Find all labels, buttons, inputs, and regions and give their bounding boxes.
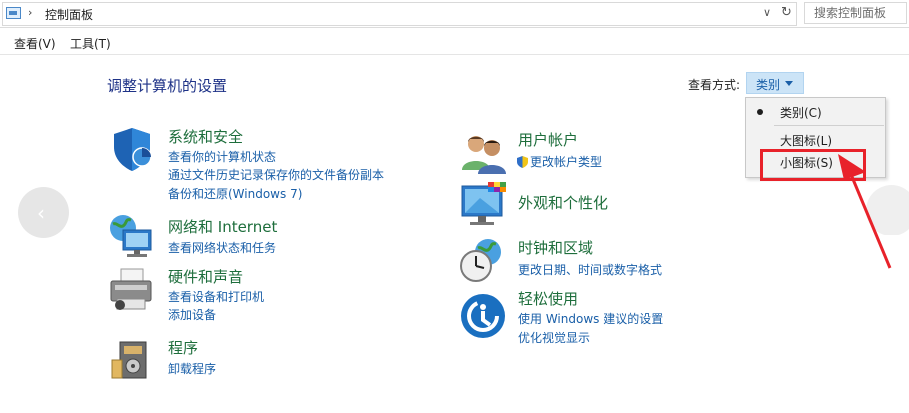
view-by-dropdown[interactable]: 类别 <box>746 72 804 94</box>
menu-view[interactable]: 查看(V) <box>14 35 56 52</box>
menu-item-large-icons-label[interactable]: 大图标(L) <box>780 132 832 149</box>
breadcrumb-separator[interactable]: › <box>28 6 32 19</box>
dropdown-arrow-icon[interactable] <box>785 81 793 86</box>
category-ease-of-access[interactable]: 轻松使用 <box>518 288 578 309</box>
selected-bullet-icon <box>757 109 763 115</box>
link-uninstall-program[interactable]: 卸载程序 <box>168 360 216 377</box>
security-shield-icon[interactable] <box>108 125 156 173</box>
annotation-arrow-icon <box>838 154 892 269</box>
link-add-device[interactable]: 添加设备 <box>168 306 216 323</box>
previous-button[interactable]: ‹ <box>18 187 69 238</box>
link-view-computer-status[interactable]: 查看你的计算机状态 <box>168 148 276 165</box>
category-system-security[interactable]: 系统和安全 <box>168 126 243 147</box>
category-appearance-personalization[interactable]: 外观和个性化 <box>518 192 608 213</box>
chevron-down-icon[interactable]: ∨ <box>763 6 771 19</box>
search-input[interactable] <box>814 4 909 22</box>
menu-item-category-label[interactable]: 类别(C) <box>780 104 822 121</box>
link-backup-restore[interactable]: 备份和还原(Windows 7) <box>168 185 302 202</box>
address-bar: › 控制面板 ∨ ↻ <box>0 0 909 28</box>
link-change-account-type-label[interactable]: 更改帐户类型 <box>530 155 602 169</box>
link-file-history[interactable]: 通过文件历史记录保存你的文件备份副本 <box>168 166 384 183</box>
link-optimize-visual-display[interactable]: 优化视觉显示 <box>518 329 590 346</box>
category-clock-region[interactable]: 时钟和区域 <box>518 237 593 258</box>
menu-bar: 查看(V) 工具(T) <box>0 28 909 55</box>
view-by-label: 查看方式: <box>688 78 741 92</box>
chevron-left-icon: ‹ <box>37 201 45 225</box>
printer-icon[interactable] <box>107 265 155 313</box>
category-user-accounts[interactable]: 用户帐户 <box>518 129 578 150</box>
category-network-internet[interactable]: 网络和 Internet <box>168 216 277 237</box>
monitor-palette-icon[interactable] <box>460 180 508 228</box>
link-change-date-time-format[interactable]: 更改日期、时间或数字格式 <box>518 261 662 278</box>
link-windows-suggested-settings[interactable]: 使用 Windows 建议的设置 <box>518 310 663 327</box>
users-icon[interactable] <box>460 130 508 178</box>
link-network-status[interactable]: 查看网络状态和任务 <box>168 239 276 256</box>
category-hardware-sound[interactable]: 硬件和声音 <box>168 266 243 287</box>
view-by-value[interactable]: 类别 <box>756 76 780 93</box>
link-change-account-type[interactable]: 更改帐户类型 <box>517 153 602 170</box>
programs-box-icon[interactable] <box>110 336 158 384</box>
address-box[interactable]: › 控制面板 ∨ ↻ <box>2 2 797 26</box>
menu-tools[interactable]: 工具(T) <box>70 35 111 52</box>
menu-separator <box>774 125 884 126</box>
ease-of-access-icon[interactable] <box>459 292 507 340</box>
control-panel-icon <box>6 7 21 19</box>
link-devices-printers[interactable]: 查看设备和打印机 <box>168 288 264 305</box>
page-title: 调整计算机的设置 <box>107 77 228 95</box>
uac-shield-icon <box>517 156 528 168</box>
clock-globe-icon[interactable] <box>458 236 506 284</box>
breadcrumb-control-panel[interactable]: 控制面板 <box>45 6 93 23</box>
menu-item-category[interactable]: 类别(C) <box>746 100 885 124</box>
refresh-icon[interactable]: ↻ <box>781 5 792 20</box>
network-globe-icon[interactable] <box>107 212 155 260</box>
search-box[interactable] <box>804 2 909 24</box>
category-programs[interactable]: 程序 <box>168 337 198 358</box>
